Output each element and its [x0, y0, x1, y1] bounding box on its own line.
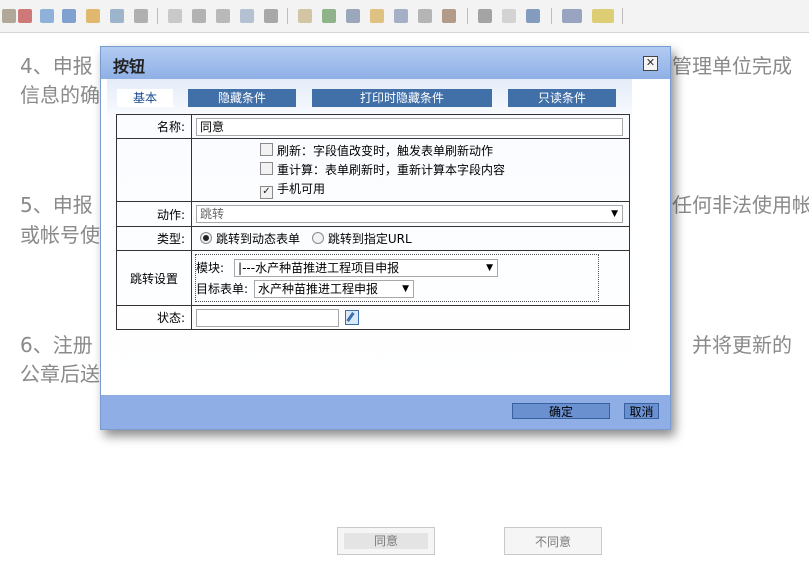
chain-icon[interactable]: [478, 9, 492, 23]
type-url-option[interactable]: 跳转到指定URL: [311, 232, 412, 246]
document-icon[interactable]: [394, 9, 408, 23]
agree-button-label: 同意: [344, 533, 428, 549]
action-label: 动作:: [116, 201, 192, 227]
toolbar-separator: [157, 8, 158, 24]
doc-paragraph-5-tail: 任何非法使用帐: [672, 193, 809, 217]
type-url-radio[interactable]: [311, 232, 324, 244]
tab-print-hide-condition[interactable]: 打印时隐藏条件: [312, 89, 492, 107]
recalculate-option-label: 重计算：表单刷新时，重新计算本字段内容: [277, 162, 506, 177]
target-form-select-value: 水产种苗推进工程申报: [258, 281, 379, 296]
name-input[interactable]: [196, 117, 623, 136]
module-label: 模块:: [196, 261, 225, 275]
button-properties-dialog: 按钮 ✕ 基本 隐藏条件 打印时隐藏条件 只读条件 名称: 刷新：字段值改变时，…: [100, 46, 671, 430]
calendar-icon[interactable]: [18, 9, 32, 23]
copy-icon[interactable]: [192, 9, 206, 23]
type-dynamic-form-option[interactable]: 跳转到动态表单: [200, 232, 300, 246]
jump-settings-label: 跳转设置: [116, 250, 192, 306]
anchor-icon[interactable]: [526, 9, 540, 23]
status-label: 状态:: [116, 305, 192, 330]
highlight-icon[interactable]: [592, 9, 614, 23]
status-input[interactable]: [196, 308, 339, 327]
mobile-option-label: 手机可用: [277, 181, 326, 196]
toolbar-separator: [287, 8, 288, 24]
jump-settings-box: 模块: |---水产种苗推进工程项目申报 ▼ 目标表单: 水产种苗推进工程申报 …: [195, 254, 599, 302]
name-label: 名称:: [116, 114, 192, 139]
close-icon[interactable]: ✕: [643, 56, 658, 71]
type-url-label: 跳转到指定URL: [327, 232, 412, 246]
chevron-down-icon: ▼: [402, 283, 410, 294]
doc-paragraph-4-tail: 管理单位完成: [672, 54, 792, 78]
module-select-value: |---水产种苗推进工程项目申报: [238, 260, 400, 275]
dialog-title: 按钮: [113, 57, 146, 76]
edit-icon[interactable]: [345, 309, 359, 325]
refresh-option-label: 刷新：字段值改变时，触发表单刷新动作: [277, 143, 494, 158]
options-label-cell: [116, 138, 192, 202]
button-form: 名称: 刷新：字段值改变时，触发表单刷新动作 重计算：表单刷新时，重新计算本字段…: [116, 114, 630, 330]
toolbar-separator: [467, 8, 468, 24]
toolbar-separator: [622, 8, 623, 24]
recalculate-checkbox[interactable]: [260, 161, 273, 175]
mobile-checkbox[interactable]: ✓: [260, 185, 273, 199]
action-select[interactable]: 跳转 ▼: [196, 205, 623, 223]
user-icon[interactable]: [442, 9, 456, 23]
doc-paragraph-5-line2: 或帐号使: [20, 223, 100, 247]
doc-paragraph-4-line2: 信息的确: [20, 83, 100, 107]
refresh-checkbox[interactable]: [260, 142, 273, 156]
mobile-option[interactable]: ✓ 手机可用: [260, 180, 629, 199]
doc-paragraph-5: 5、申报: [20, 193, 93, 217]
print-icon[interactable]: [134, 9, 148, 23]
chevron-down-icon: ▼: [611, 209, 618, 219]
target-form-select[interactable]: 水产种苗推进工程申报 ▼: [254, 279, 415, 298]
agree-button[interactable]: 同意: [337, 527, 435, 555]
options-cell: 刷新：字段值改变时，触发表单刷新动作 重计算：表单刷新时，重新计算本字段内容 ✓…: [191, 138, 630, 202]
doc-paragraph-6-tail: 并将更新的: [692, 333, 792, 357]
font-color-icon[interactable]: [562, 9, 582, 23]
line-icon[interactable]: [168, 9, 182, 23]
module-select[interactable]: |---水产种苗推进工程项目申报 ▼: [234, 258, 499, 277]
tab-readonly-condition[interactable]: 只读条件: [508, 89, 616, 107]
unlink-icon[interactable]: [502, 9, 516, 23]
doc-paragraph-6-line2: 公章后送: [20, 362, 100, 386]
link-icon[interactable]: [40, 9, 54, 23]
type-dynamic-form-radio[interactable]: [200, 232, 212, 244]
table-icon[interactable]: [2, 9, 16, 23]
paste-icon[interactable]: [216, 9, 230, 23]
cancel-button[interactable]: 取消: [624, 403, 659, 419]
ok-button[interactable]: 确定: [512, 403, 610, 419]
pencil-icon[interactable]: [298, 9, 312, 23]
zoom-icon[interactable]: [264, 9, 278, 23]
target-form-label: 目标表单:: [196, 282, 249, 296]
smile-icon[interactable]: [418, 9, 432, 23]
frame-icon[interactable]: [370, 9, 384, 23]
tab-hide-condition[interactable]: 隐藏条件: [188, 89, 296, 107]
type-dynamic-form-label: 跳转到动态表单: [216, 232, 301, 246]
chevron-down-icon: ▼: [486, 262, 494, 273]
type-label: 类型:: [116, 226, 192, 251]
refresh-option[interactable]: 刷新：字段值改变时，触发表单刷新动作: [260, 142, 629, 161]
action-select-value: 跳转: [200, 207, 225, 221]
dialog-header[interactable]: 按钮 ✕: [101, 47, 670, 79]
tag-icon[interactable]: [86, 9, 100, 23]
disagree-button[interactable]: 不同意: [504, 527, 602, 555]
disagree-button-label: 不同意: [534, 534, 571, 549]
toolbar-separator: [551, 8, 552, 24]
cross-icon[interactable]: [110, 9, 124, 23]
home-icon[interactable]: [62, 9, 76, 23]
image-icon[interactable]: [322, 9, 336, 23]
box-icon[interactable]: [240, 9, 254, 23]
editor-toolbar: [0, 0, 809, 33]
gallery-icon[interactable]: [346, 9, 360, 23]
tab-basic[interactable]: 基本: [117, 89, 173, 107]
recalculate-option[interactable]: 重计算：表单刷新时，重新计算本字段内容: [260, 161, 629, 180]
doc-paragraph-4: 4、申报: [20, 54, 93, 78]
doc-paragraph-6: 6、注册: [20, 333, 93, 357]
